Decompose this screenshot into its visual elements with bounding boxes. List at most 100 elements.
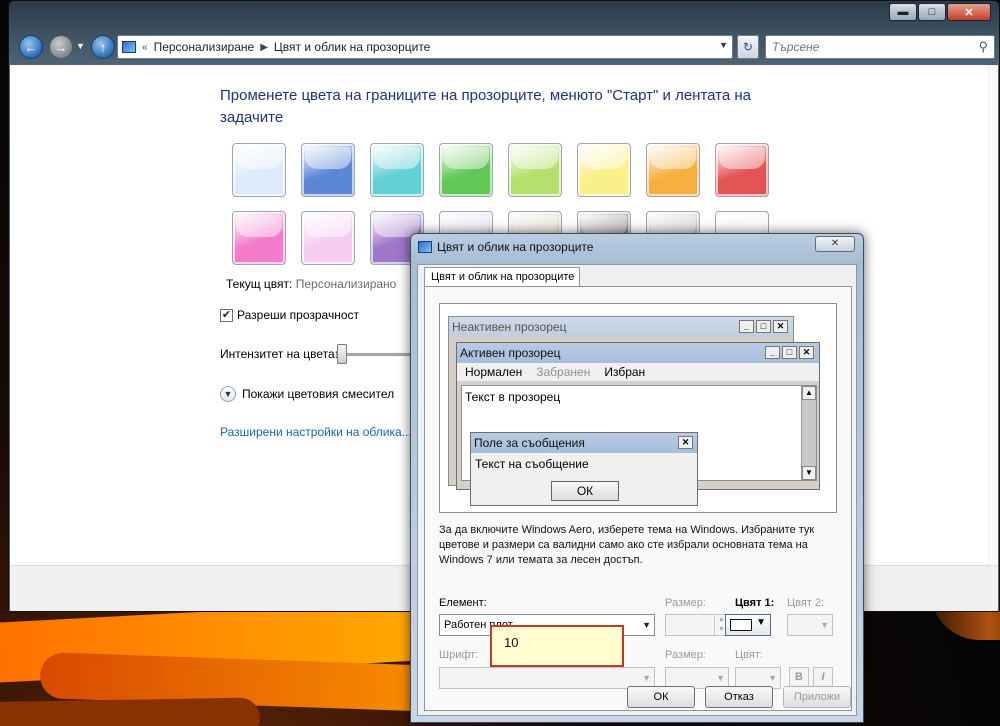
preview-ok-button: ОК bbox=[551, 481, 619, 501]
intensity-slider-track[interactable] bbox=[336, 353, 416, 356]
font-select[interactable]: ▼ bbox=[439, 667, 655, 689]
breadcrumb-personalize[interactable]: Персонализиране bbox=[154, 40, 255, 54]
current-color-row: Текущ цвят: Персонализирано bbox=[226, 277, 396, 291]
page-title: Променете цвета на границите на прозорци… bbox=[220, 87, 751, 126]
aero-info-text: За да включите Windows Aero, изберете те… bbox=[439, 524, 815, 566]
minimize-icon: _ bbox=[739, 320, 754, 333]
preview-menu-normal: Нормален bbox=[465, 365, 523, 379]
font-size-label: Размер: bbox=[665, 649, 706, 661]
scroll-up-icon: ▲ bbox=[802, 386, 816, 400]
close-button[interactable]: ✕ bbox=[947, 3, 991, 21]
color-swatch[interactable] bbox=[439, 143, 493, 197]
close-icon: ✕ bbox=[799, 346, 814, 359]
italic-button[interactable]: I bbox=[813, 667, 833, 687]
navigation-bar: ← → ▼ ↑ « Персонализиране ▶ Цвят и облик… bbox=[15, 33, 995, 61]
breadcrumb-overflow-icon[interactable]: « bbox=[142, 42, 148, 53]
search-input[interactable] bbox=[766, 36, 966, 58]
color-swatch[interactable] bbox=[508, 143, 562, 197]
apply-button[interactable]: Приложи bbox=[783, 686, 851, 708]
maximize-icon: □ bbox=[756, 320, 771, 333]
maximize-button[interactable]: □ bbox=[918, 3, 946, 21]
back-button[interactable]: ← bbox=[19, 35, 43, 59]
chevron-down-icon: ▼ bbox=[820, 620, 829, 630]
color2-label: Цвят 2: bbox=[787, 597, 825, 609]
color-swatch[interactable] bbox=[646, 143, 700, 197]
search-icon[interactable]: ⚲ bbox=[978, 39, 988, 55]
color-swatch[interactable] bbox=[232, 143, 286, 197]
size-label: Размер: bbox=[665, 597, 706, 609]
color1-chip bbox=[730, 619, 752, 631]
wallpaper-stripe bbox=[0, 697, 261, 726]
color-swatch[interactable] bbox=[370, 143, 424, 197]
font-label: Шрифт: bbox=[439, 649, 479, 661]
refresh-button[interactable]: ↻ bbox=[737, 35, 759, 59]
transparency-row[interactable]: ✔ Разреши прозрачност bbox=[220, 308, 359, 322]
advanced-appearance-link[interactable]: Разширени настройки на облика... bbox=[220, 425, 412, 439]
minimize-icon: _ bbox=[765, 346, 780, 359]
chevron-down-icon: ▼ bbox=[642, 620, 651, 630]
address-bar[interactable]: « Персонализиране ▶ Цвят и облик на проз… bbox=[117, 35, 733, 59]
preview-message-title: Поле за съобщения bbox=[471, 433, 697, 453]
intensity-label: Интензитет на цвета: bbox=[220, 347, 338, 361]
close-icon: ✕ bbox=[678, 436, 693, 449]
color2-picker[interactable]: ▼ bbox=[787, 614, 833, 636]
chevron-down-icon: ▼ bbox=[768, 673, 777, 683]
preview-menu-selected: Избран bbox=[604, 365, 646, 379]
preview-message-box: Поле за съобщения ✕ Текст на съобщение О… bbox=[470, 432, 698, 506]
color1-label: Цвят 1: bbox=[735, 597, 775, 609]
preview-inactive-caption-buttons: _ □ ✕ bbox=[739, 320, 788, 333]
transparency-label[interactable]: Разреши прозрачност bbox=[237, 308, 359, 322]
color-swatch[interactable] bbox=[301, 143, 355, 197]
ok-button[interactable]: ОК bbox=[627, 686, 695, 708]
tab-panel: Неактивен прозорец _ □ ✕ Активен прозоре… bbox=[424, 286, 852, 711]
window-color-dialog: Цвят и облик на прозорците ✕ Цвят и обли… bbox=[410, 233, 864, 723]
preview-menu-bar: Нормален Забранен Избран bbox=[457, 363, 819, 381]
color-mixer-label[interactable]: Покажи цветовия смесител bbox=[242, 387, 394, 401]
preview-active-caption-buttons: _ □ ✕ bbox=[765, 346, 814, 359]
preview-message-text: Текст на съобщение bbox=[475, 457, 589, 471]
color-mixer-toggle[interactable]: ▼ Покажи цветовия смесител bbox=[220, 386, 394, 402]
preview-menu-disabled: Забранен bbox=[536, 365, 591, 379]
intensity-slider-thumb[interactable] bbox=[337, 344, 348, 364]
maximize-icon: □ bbox=[782, 346, 797, 359]
chevron-down-icon: ▼ bbox=[716, 673, 725, 683]
window-caption-buttons: ▬ □ ✕ bbox=[889, 3, 991, 21]
annotation-callout: 10 bbox=[490, 625, 624, 667]
transparency-checkbox[interactable]: ✔ bbox=[220, 308, 233, 322]
chevron-down-icon: ▼ bbox=[756, 617, 766, 628]
chevron-right-icon[interactable]: ▶ bbox=[260, 42, 268, 53]
dialog-title: Цвят и облик на прозорците bbox=[437, 240, 594, 254]
minimize-button[interactable]: ▬ bbox=[889, 3, 917, 21]
content-scrollbar[interactable] bbox=[988, 65, 998, 565]
color1-picker[interactable]: ▼ bbox=[725, 614, 771, 636]
current-color-label: Текущ цвят: bbox=[226, 277, 293, 291]
tab-window-color[interactable]: Цвят и облик на прозорците bbox=[424, 267, 580, 287]
chevron-down-icon: ▼ bbox=[642, 673, 651, 683]
preview-window-text: Текст в прозорец bbox=[465, 390, 561, 404]
control-panel-icon bbox=[122, 41, 136, 53]
preview-scrollbar: ▲ ▼ bbox=[801, 386, 816, 480]
color-swatch[interactable] bbox=[715, 143, 769, 197]
recent-pages-dropdown[interactable]: ▼ bbox=[76, 41, 85, 51]
forward-button[interactable]: → bbox=[49, 35, 73, 59]
appearance-preview[interactable]: Неактивен прозорец _ □ ✕ Активен прозоре… bbox=[439, 303, 837, 513]
dialog-close-button[interactable]: ✕ bbox=[815, 236, 855, 252]
color-swatch[interactable] bbox=[301, 211, 355, 265]
chevron-down-icon[interactable]: ▼ bbox=[220, 386, 236, 402]
breadcrumb-window-color[interactable]: Цвят и облик на прозорците bbox=[274, 40, 430, 54]
dialog-body: Цвят и облик на прозорците Неактивен про… bbox=[417, 264, 857, 716]
size-spinner[interactable]: ▲ ▼ bbox=[665, 614, 729, 636]
font-color-label: Цвят: bbox=[735, 649, 763, 661]
scroll-down-icon: ▼ bbox=[802, 466, 816, 480]
close-icon: ✕ bbox=[773, 320, 788, 333]
color-swatch[interactable] bbox=[577, 143, 631, 197]
dialog-icon bbox=[418, 241, 432, 253]
up-button[interactable]: ↑ bbox=[91, 35, 115, 59]
address-dropdown-icon[interactable]: ▼ bbox=[719, 40, 728, 50]
cancel-button[interactable]: Отказ bbox=[705, 686, 773, 708]
color-swatch[interactable] bbox=[232, 211, 286, 265]
bold-button[interactable]: B bbox=[789, 667, 809, 687]
element-label: Елемент: bbox=[439, 597, 487, 609]
current-color-value: Персонализирано bbox=[295, 277, 397, 291]
search-box: ⚲ bbox=[765, 35, 995, 59]
